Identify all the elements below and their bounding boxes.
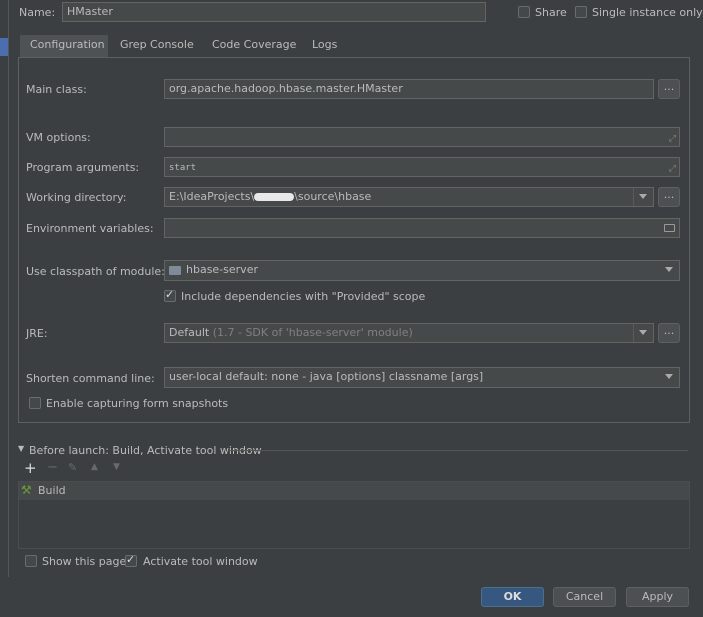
move-up-icon[interactable]: ▲ <box>91 462 98 472</box>
edit-icon[interactable]: ✎ <box>68 461 77 474</box>
main-class-label: Main class: <box>26 83 87 96</box>
jre-select[interactable]: Default (1.7 - SDK of 'hbase-server' mod… <box>164 323 654 343</box>
working-directory-suffix: \source\hbase <box>294 190 372 203</box>
jre-detail-value: (1.7 - SDK of 'hbase-server' module) <box>212 326 413 339</box>
list-item[interactable]: ⚒ Build <box>19 482 689 500</box>
single-instance-checkbox[interactable] <box>575 6 587 18</box>
vm-options-label: VM options: <box>26 131 91 144</box>
shorten-command-line-select[interactable]: user-local default: none - java [options… <box>164 367 680 388</box>
single-instance-label: Single instance only <box>592 6 703 19</box>
before-launch-title: Before launch: Build, Activate tool wind… <box>29 444 262 457</box>
module-folder-icon <box>169 265 181 275</box>
form-snapshots-label: Enable capturing form snapshots <box>46 397 229 410</box>
left-panel-edge <box>0 0 9 577</box>
shorten-command-line-value: user-local default: none - java [options… <box>169 370 484 383</box>
program-arguments-value: start <box>169 163 197 173</box>
apply-button[interactable]: Apply <box>626 587 689 607</box>
expand-icon[interactable]: ⤢ <box>669 130 676 146</box>
classpath-module-select[interactable]: hbase-server <box>164 260 680 281</box>
tab-configuration[interactable]: Configuration <box>30 38 105 51</box>
main-class-browse-button[interactable]: ... <box>658 79 680 99</box>
move-down-icon[interactable]: ▼ <box>113 462 120 472</box>
program-arguments-input[interactable]: start ⤢ <box>164 157 680 177</box>
remove-icon[interactable]: − <box>47 460 58 475</box>
vm-options-input[interactable]: ⤢ <box>164 127 680 147</box>
chevron-down-icon[interactable] <box>639 330 647 335</box>
list-item-label: Build <box>38 484 66 497</box>
activate-tool-window-checkbox[interactable] <box>125 553 137 567</box>
include-dependencies-checkbox[interactable] <box>164 288 176 302</box>
classpath-module-label: Use classpath of module: <box>26 265 165 278</box>
show-this-page-label: Show this page <box>42 555 127 568</box>
chevron-down-icon[interactable] <box>665 267 673 272</box>
ok-button[interactable]: OK <box>481 587 544 607</box>
share-label: Share <box>535 6 567 19</box>
shorten-command-line-label: Shorten command line: <box>26 372 155 385</box>
folder-icon[interactable] <box>664 224 675 232</box>
include-dependencies-label: Include dependencies with "Provided" sco… <box>181 290 426 303</box>
tab-logs[interactable]: Logs <box>312 38 337 51</box>
form-snapshots-checkbox[interactable] <box>29 397 41 409</box>
show-this-page-checkbox[interactable] <box>25 555 37 567</box>
tab-code-coverage[interactable]: Code Coverage <box>212 38 296 51</box>
working-directory-label: Working directory: <box>26 191 127 204</box>
environment-variables-input[interactable] <box>164 218 680 238</box>
redacted-scribble <box>254 193 295 201</box>
before-launch-toolbar: + − ✎ ▲ ▼ <box>18 459 690 481</box>
working-directory-browse-button[interactable]: ... <box>658 187 680 207</box>
environment-variables-label: Environment variables: <box>26 222 154 235</box>
tab-grep-console[interactable]: Grep Console <box>120 38 194 51</box>
share-checkbox[interactable] <box>518 6 530 18</box>
name-input[interactable]: HMaster <box>62 2 486 22</box>
chevron-down-icon[interactable] <box>665 374 673 379</box>
name-label: Name: <box>19 6 56 19</box>
before-launch-toggle-icon[interactable]: ▼ <box>18 444 24 453</box>
working-directory-input[interactable]: E:\IdeaProjects\ \source\hbase <box>164 187 654 207</box>
before-launch-list: ⚒ Build <box>18 481 690 549</box>
chevron-down-icon[interactable] <box>639 194 647 199</box>
expand-icon[interactable]: ⤢ <box>669 160 676 176</box>
jre-label: JRE: <box>26 327 48 340</box>
cancel-button[interactable]: Cancel <box>553 587 616 607</box>
add-icon[interactable]: + <box>24 459 37 477</box>
jre-default-value: Default <box>169 326 210 339</box>
activate-tool-window-label: Activate tool window <box>143 555 258 568</box>
jre-browse-button[interactable]: ... <box>658 323 680 343</box>
before-launch-divider <box>228 450 688 451</box>
left-panel-selection <box>0 38 8 56</box>
working-directory-prefix: E:\IdeaProjects\ <box>169 190 255 203</box>
hammer-icon: ⚒ <box>21 483 32 497</box>
program-arguments-label: Program arguments: <box>26 161 140 174</box>
main-class-input[interactable]: org.apache.hadoop.hbase.master.HMaster <box>164 79 654 99</box>
classpath-module-value: hbase-server <box>186 263 258 276</box>
